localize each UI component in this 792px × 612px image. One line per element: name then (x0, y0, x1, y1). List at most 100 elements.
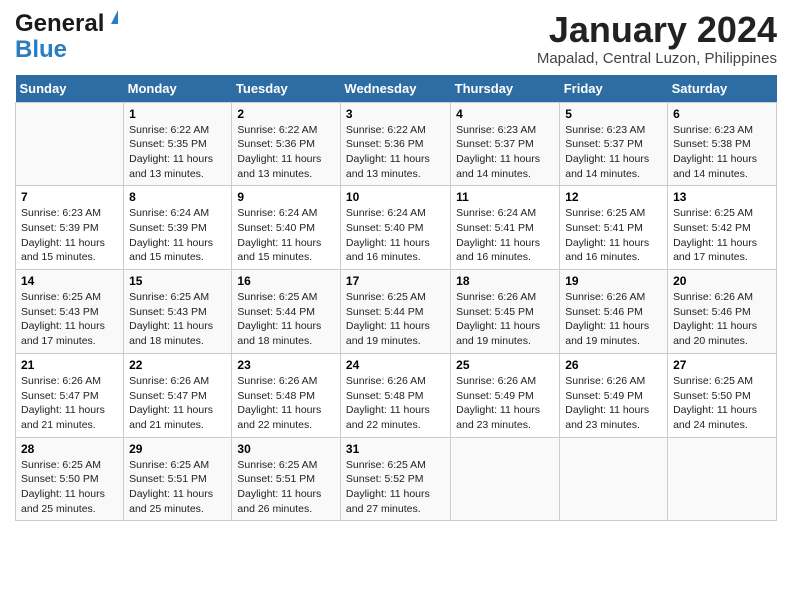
day-number: 26 (565, 358, 662, 372)
calendar-cell: 15 Sunrise: 6:25 AMSunset: 5:43 PMDayligh… (124, 270, 232, 354)
calendar-cell: 5 Sunrise: 6:23 AMSunset: 5:37 PMDaylight… (560, 102, 668, 186)
calendar-cell (451, 437, 560, 521)
day-number: 15 (129, 274, 226, 288)
day-number: 11 (456, 190, 554, 204)
day-info: Sunrise: 6:22 AMSunset: 5:36 PMDaylight:… (346, 123, 445, 182)
day-number: 13 (673, 190, 771, 204)
day-number: 1 (129, 107, 226, 121)
calendar-cell: 25Sunrise: 6:26 AMSunset: 5:49 PMDayligh… (451, 353, 560, 437)
day-number: 24 (346, 358, 445, 372)
day-number: 5 (565, 107, 662, 121)
day-info: Sunrise: 6:26 AMSunset: 5:48 PMDaylight:… (346, 374, 445, 433)
day-number: 21 (21, 358, 118, 372)
day-info: Sunrise: 6:24 AMSunset: 5:39 PMDaylight:… (129, 206, 226, 265)
calendar-cell: 7 Sunrise: 6:23 AMSunset: 5:39 PMDaylight… (16, 186, 124, 270)
weekday-header-monday: Monday (124, 75, 232, 103)
calendar-header-row: SundayMondayTuesdayWednesdayThursdayFrid… (16, 75, 777, 103)
logo: General Blue (15, 10, 104, 64)
day-number: 31 (346, 442, 445, 456)
calendar-cell (668, 437, 777, 521)
calendar-cell: 24 Sunrise: 6:26 AMSunset: 5:48 PMDayligh… (340, 353, 450, 437)
day-info: Sunrise: 6:25 AMSunset: 5:44 PMDaylight:… (346, 290, 445, 349)
calendar-cell: 3Sunrise: 6:22 AMSunset: 5:36 PMDaylight… (340, 102, 450, 186)
weekday-header-tuesday: Tuesday (232, 75, 341, 103)
day-info: Sunrise: 6:26 AMSunset: 5:47 PMDaylight:… (129, 374, 226, 433)
day-number: 8 (129, 190, 226, 204)
day-info: Sunrise: 6:26 AMSunset: 5:46 PMDaylight:… (565, 290, 662, 349)
day-number: 23 (237, 358, 335, 372)
day-info: Sunrise: 6:25 AMSunset: 5:43 PMDaylight:… (21, 290, 118, 349)
day-info: Sunrise: 6:26 AMSunset: 5:49 PMDaylight:… (456, 374, 554, 433)
day-info: Sunrise: 6:25 AMSunset: 5:50 PMDaylight:… (673, 374, 771, 433)
day-info: Sunrise: 6:23 AMSunset: 5:37 PMDaylight:… (565, 123, 662, 182)
page-header: General Blue January 2024 Mapalad, Centr… (15, 10, 777, 67)
calendar-table: SundayMondayTuesdayWednesdayThursdayFrid… (15, 75, 777, 522)
weekday-header-sunday: Sunday (16, 75, 124, 103)
month-title: January 2024 (537, 10, 777, 50)
calendar-cell: 17 Sunrise: 6:25 AMSunset: 5:44 PMDayligh… (340, 270, 450, 354)
day-number: 2 (237, 107, 335, 121)
calendar-cell: 6 Sunrise: 6:23 AMSunset: 5:38 PMDaylight… (668, 102, 777, 186)
day-info: Sunrise: 6:24 AMSunset: 5:40 PMDaylight:… (237, 206, 335, 265)
day-info: Sunrise: 6:25 AMSunset: 5:43 PMDaylight:… (129, 290, 226, 349)
day-number: 12 (565, 190, 662, 204)
calendar-cell: 26 Sunrise: 6:26 AMSunset: 5:49 PMDayligh… (560, 353, 668, 437)
day-number: 22 (129, 358, 226, 372)
day-number: 19 (565, 274, 662, 288)
calendar-cell: 21 Sunrise: 6:26 AMSunset: 5:47 PMDayligh… (16, 353, 124, 437)
logo-general: General (15, 10, 104, 37)
day-info: Sunrise: 6:26 AMSunset: 5:48 PMDaylight:… (237, 374, 335, 433)
day-number: 16 (237, 274, 335, 288)
calendar-cell: 29 Sunrise: 6:25 AMSunset: 5:51 PMDayligh… (124, 437, 232, 521)
day-info: Sunrise: 6:25 AMSunset: 5:50 PMDaylight:… (21, 458, 118, 517)
day-info: Sunrise: 6:26 AMSunset: 5:45 PMDaylight:… (456, 290, 554, 349)
day-info: Sunrise: 6:26 AMSunset: 5:47 PMDaylight:… (21, 374, 118, 433)
weekday-header-thursday: Thursday (451, 75, 560, 103)
calendar-week-4: 21 Sunrise: 6:26 AMSunset: 5:47 PMDayligh… (16, 353, 777, 437)
day-info: Sunrise: 6:25 AMSunset: 5:51 PMDaylight:… (237, 458, 335, 517)
calendar-week-1: 1 Sunrise: 6:22 AMSunset: 5:35 PMDaylight… (16, 102, 777, 186)
calendar-cell: 2 Sunrise: 6:22 AMSunset: 5:36 PMDaylight… (232, 102, 341, 186)
day-number: 9 (237, 190, 335, 204)
calendar-cell: 9 Sunrise: 6:24 AMSunset: 5:40 PMDaylight… (232, 186, 341, 270)
calendar-cell: 28Sunrise: 6:25 AMSunset: 5:50 PMDayligh… (16, 437, 124, 521)
day-info: Sunrise: 6:24 AMSunset: 5:41 PMDaylight:… (456, 206, 554, 265)
day-number: 10 (346, 190, 445, 204)
day-number: 4 (456, 107, 554, 121)
day-info: Sunrise: 6:25 AMSunset: 5:51 PMDaylight:… (129, 458, 226, 517)
day-info: Sunrise: 6:24 AMSunset: 5:40 PMDaylight:… (346, 206, 445, 265)
day-number: 18 (456, 274, 554, 288)
day-number: 6 (673, 107, 771, 121)
calendar-cell: 19 Sunrise: 6:26 AMSunset: 5:46 PMDayligh… (560, 270, 668, 354)
day-number: 30 (237, 442, 335, 456)
day-number: 29 (129, 442, 226, 456)
weekday-header-wednesday: Wednesday (340, 75, 450, 103)
day-info: Sunrise: 6:22 AMSunset: 5:36 PMDaylight:… (237, 123, 335, 182)
calendar-week-3: 14Sunrise: 6:25 AMSunset: 5:43 PMDayligh… (16, 270, 777, 354)
day-info: Sunrise: 6:26 AMSunset: 5:49 PMDaylight:… (565, 374, 662, 433)
location: Mapalad, Central Luzon, Philippines (537, 50, 777, 67)
day-info: Sunrise: 6:23 AMSunset: 5:39 PMDaylight:… (21, 206, 118, 265)
calendar-cell (16, 102, 124, 186)
day-info: Sunrise: 6:23 AMSunset: 5:37 PMDaylight:… (456, 123, 554, 182)
day-number: 17 (346, 274, 445, 288)
day-number: 7 (21, 190, 118, 204)
day-info: Sunrise: 6:23 AMSunset: 5:38 PMDaylight:… (673, 123, 771, 182)
calendar-cell: 22 Sunrise: 6:26 AMSunset: 5:47 PMDayligh… (124, 353, 232, 437)
calendar-week-5: 28Sunrise: 6:25 AMSunset: 5:50 PMDayligh… (16, 437, 777, 521)
calendar-cell: 30 Sunrise: 6:25 AMSunset: 5:51 PMDayligh… (232, 437, 341, 521)
calendar-cell: 11 Sunrise: 6:24 AMSunset: 5:41 PMDayligh… (451, 186, 560, 270)
title-block: January 2024 Mapalad, Central Luzon, Phi… (537, 10, 777, 67)
calendar-cell: 8 Sunrise: 6:24 AMSunset: 5:39 PMDaylight… (124, 186, 232, 270)
day-info: Sunrise: 6:25 AMSunset: 5:42 PMDaylight:… (673, 206, 771, 265)
calendar-cell: 1 Sunrise: 6:22 AMSunset: 5:35 PMDaylight… (124, 102, 232, 186)
calendar-cell: 4 Sunrise: 6:23 AMSunset: 5:37 PMDaylight… (451, 102, 560, 186)
day-info: Sunrise: 6:26 AMSunset: 5:46 PMDaylight:… (673, 290, 771, 349)
calendar-week-2: 7 Sunrise: 6:23 AMSunset: 5:39 PMDaylight… (16, 186, 777, 270)
calendar-cell: 14Sunrise: 6:25 AMSunset: 5:43 PMDayligh… (16, 270, 124, 354)
calendar-cell: 23 Sunrise: 6:26 AMSunset: 5:48 PMDayligh… (232, 353, 341, 437)
day-info: Sunrise: 6:22 AMSunset: 5:35 PMDaylight:… (129, 123, 226, 182)
day-info: Sunrise: 6:25 AMSunset: 5:41 PMDaylight:… (565, 206, 662, 265)
calendar-cell: 31Sunrise: 6:25 AMSunset: 5:52 PMDayligh… (340, 437, 450, 521)
calendar-cell: 16Sunrise: 6:25 AMSunset: 5:44 PMDayligh… (232, 270, 341, 354)
